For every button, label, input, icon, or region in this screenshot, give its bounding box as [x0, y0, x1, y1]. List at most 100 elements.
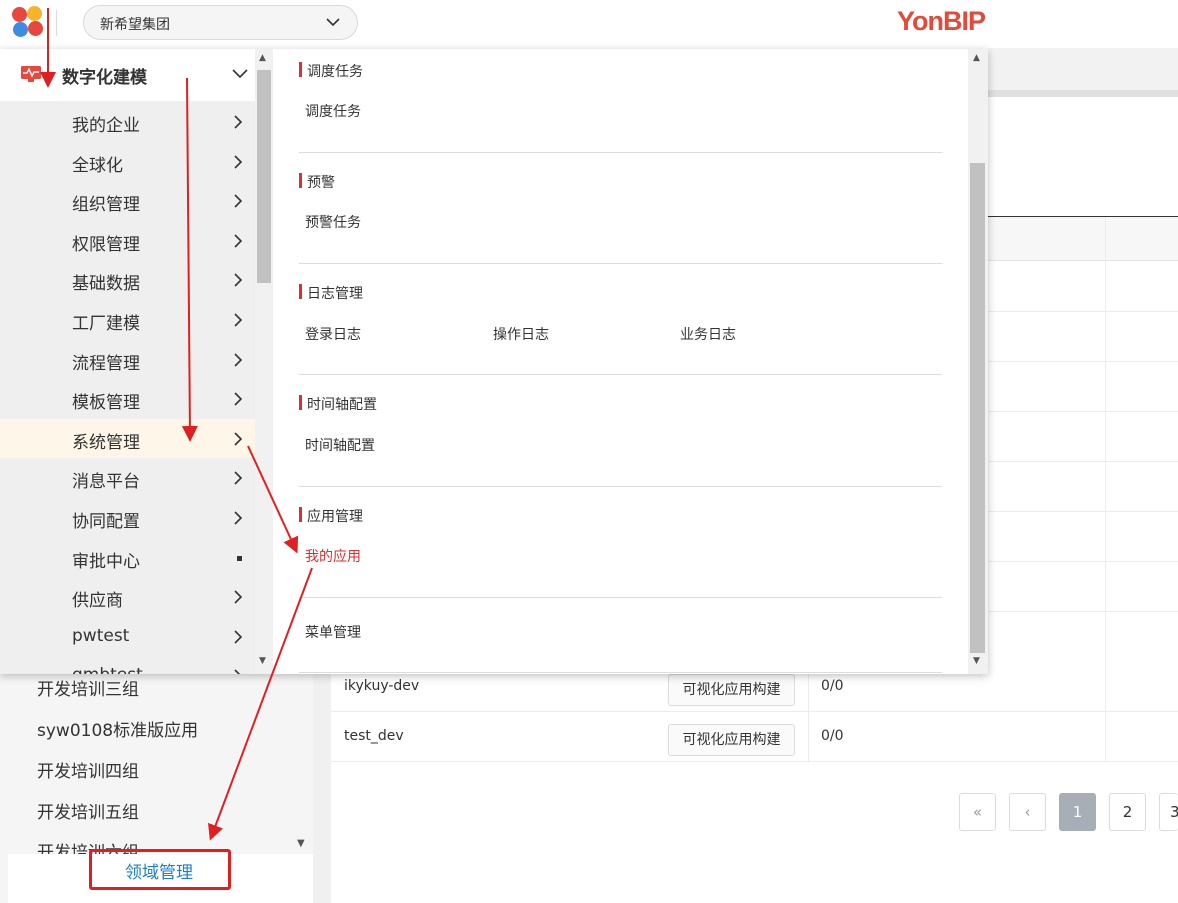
- nav-item[interactable]: 流程管理: [0, 340, 255, 379]
- section-marker: [299, 173, 302, 188]
- app-count: 0/0: [821, 728, 844, 744]
- nav-item-label: gmbtest: [72, 665, 143, 674]
- section-title: 预警: [307, 175, 335, 191]
- nav-item-label: 权限管理: [72, 235, 140, 255]
- nav-item-label: 协同配置: [72, 512, 140, 532]
- scroll-down-icon[interactable]: ▼: [297, 838, 305, 849]
- nav-item-label: 系统管理: [72, 433, 140, 453]
- section-divider: [299, 263, 942, 264]
- menu-category-header[interactable]: 数字化建模: [0, 49, 255, 101]
- chevron-right-icon: [234, 273, 243, 287]
- column-divider: [1105, 662, 1106, 712]
- nav-item[interactable]: pwtest: [0, 617, 255, 656]
- menu-link[interactable]: 预警任务: [305, 212, 361, 232]
- domain-list-item[interactable]: syw0108标准版应用: [37, 716, 198, 741]
- nav-item-label: 基础数据: [72, 274, 140, 294]
- menu-link[interactable]: 时间轴配置: [305, 435, 375, 455]
- main-gutter: [313, 674, 331, 903]
- app-name: ikykuy-dev: [344, 678, 420, 694]
- nav-item[interactable]: 消息平台: [0, 458, 255, 497]
- nav-item[interactable]: 基础数据: [0, 260, 255, 299]
- nav-item[interactable]: 供应商: [0, 577, 255, 616]
- nav-scroll-thumb[interactable]: [257, 70, 271, 283]
- nav-item[interactable]: 权限管理: [0, 221, 255, 260]
- section-divider: [299, 374, 942, 375]
- nav-item[interactable]: 组织管理: [0, 181, 255, 220]
- section-marker: [299, 284, 302, 299]
- monitor-icon: [21, 66, 41, 82]
- background-row-line: [988, 461, 1178, 462]
- chevron-down-icon: [232, 69, 248, 79]
- section-marker: [299, 395, 302, 410]
- chevron-right-icon: [234, 313, 243, 327]
- nav-item-label: 供应商: [72, 591, 123, 611]
- nav-item[interactable]: 我的企业: [0, 102, 255, 141]
- menu-nav: 数字化建模 我的企业全球化组织管理权限管理基础数据工厂建模流程管理模板管理系统管…: [0, 49, 273, 674]
- scroll-up-icon[interactable]: ▲: [973, 53, 980, 63]
- background-table-header: [988, 217, 1178, 261]
- chevron-right-icon: [234, 353, 243, 367]
- nav-item[interactable]: gmbtest: [0, 656, 255, 674]
- column-divider: [808, 712, 809, 762]
- chevron-down-icon: [326, 18, 340, 27]
- section-marker: [299, 62, 302, 77]
- scroll-down-icon[interactable]: ▼: [259, 656, 266, 666]
- nav-item[interactable]: 全球化: [0, 142, 255, 181]
- prev-page-button[interactable]: ‹: [1009, 793, 1046, 831]
- nav-item[interactable]: 审批中心: [0, 538, 255, 577]
- section-title: 应用管理: [307, 509, 363, 525]
- page-button-1[interactable]: 1: [1059, 793, 1096, 831]
- app-count: 0/0: [821, 678, 844, 694]
- nav-item[interactable]: 模板管理: [0, 379, 255, 418]
- domain-list-item[interactable]: 开发培训三组: [37, 675, 139, 700]
- menu-link[interactable]: 菜单管理: [305, 622, 361, 642]
- my-apps-link[interactable]: 我的应用: [305, 546, 361, 566]
- app-logo-icon[interactable]: [10, 6, 46, 38]
- section-marker: [299, 507, 302, 522]
- nav-item-label: 我的企业: [72, 116, 140, 136]
- domain-list-item[interactable]: 开发培训五组: [37, 798, 139, 823]
- table-row[interactable]: test_dev 可视化应用构建 0/0: [331, 712, 1178, 762]
- nav-item-label: 工厂建模: [72, 314, 140, 334]
- menu-link[interactable]: 操作日志: [493, 324, 549, 344]
- section-title: 时间轴配置: [307, 397, 377, 413]
- page-button-2[interactable]: 2: [1109, 793, 1146, 831]
- chevron-right-icon: [234, 234, 243, 248]
- content-scrollbar[interactable]: ▲ ▼: [968, 49, 988, 674]
- section-divider: [299, 152, 942, 153]
- app-table: ikykuy-dev 可视化应用构建 0/0 test_dev 可视化应用构建 …: [331, 662, 1178, 762]
- chevron-right-icon: [234, 194, 243, 208]
- tenant-selector[interactable]: 新希望集团: [83, 5, 358, 40]
- scroll-down-icon[interactable]: ▼: [973, 656, 980, 666]
- menu-link[interactable]: 业务日志: [680, 324, 736, 344]
- content-scroll-thumb[interactable]: [970, 163, 985, 653]
- nav-item[interactable]: 系统管理: [0, 419, 255, 458]
- chevron-right-icon: [234, 630, 243, 644]
- domain-list-item[interactable]: 开发培训四组: [37, 757, 139, 782]
- nav-scrollbar[interactable]: ▲ ▼: [255, 49, 273, 674]
- dot-icon: [237, 556, 242, 561]
- section-divider: [299, 672, 942, 673]
- background-row-line: [988, 511, 1178, 512]
- page-button-3[interactable]: 3: [1159, 793, 1178, 831]
- nav-item[interactable]: 协同配置: [0, 498, 255, 537]
- nav-item-label: 流程管理: [72, 354, 140, 374]
- first-page-button[interactable]: «: [959, 793, 996, 831]
- background-tab-strip: [988, 48, 1178, 90]
- chevron-right-icon: [234, 471, 243, 485]
- menu-category-title: 数字化建模: [62, 68, 147, 88]
- visual-build-button[interactable]: 可视化应用构建: [668, 724, 795, 756]
- background-row-line: [988, 361, 1178, 362]
- menu-link[interactable]: 登录日志: [305, 324, 361, 344]
- nav-item[interactable]: 工厂建模: [0, 300, 255, 339]
- background-row-line: [988, 561, 1178, 562]
- domain-management-button[interactable]: 领域管理: [125, 858, 193, 883]
- menu-link[interactable]: 调度任务: [305, 101, 361, 121]
- section-divider: [299, 597, 942, 598]
- scroll-up-icon[interactable]: ▲: [259, 53, 266, 63]
- background-row-line: [988, 611, 1178, 612]
- background-row-line: [988, 311, 1178, 312]
- nav-item-label: 组织管理: [72, 195, 140, 215]
- visual-build-button[interactable]: 可视化应用构建: [668, 674, 795, 706]
- top-bar: 新希望集团 YonBIP: [0, 0, 1178, 47]
